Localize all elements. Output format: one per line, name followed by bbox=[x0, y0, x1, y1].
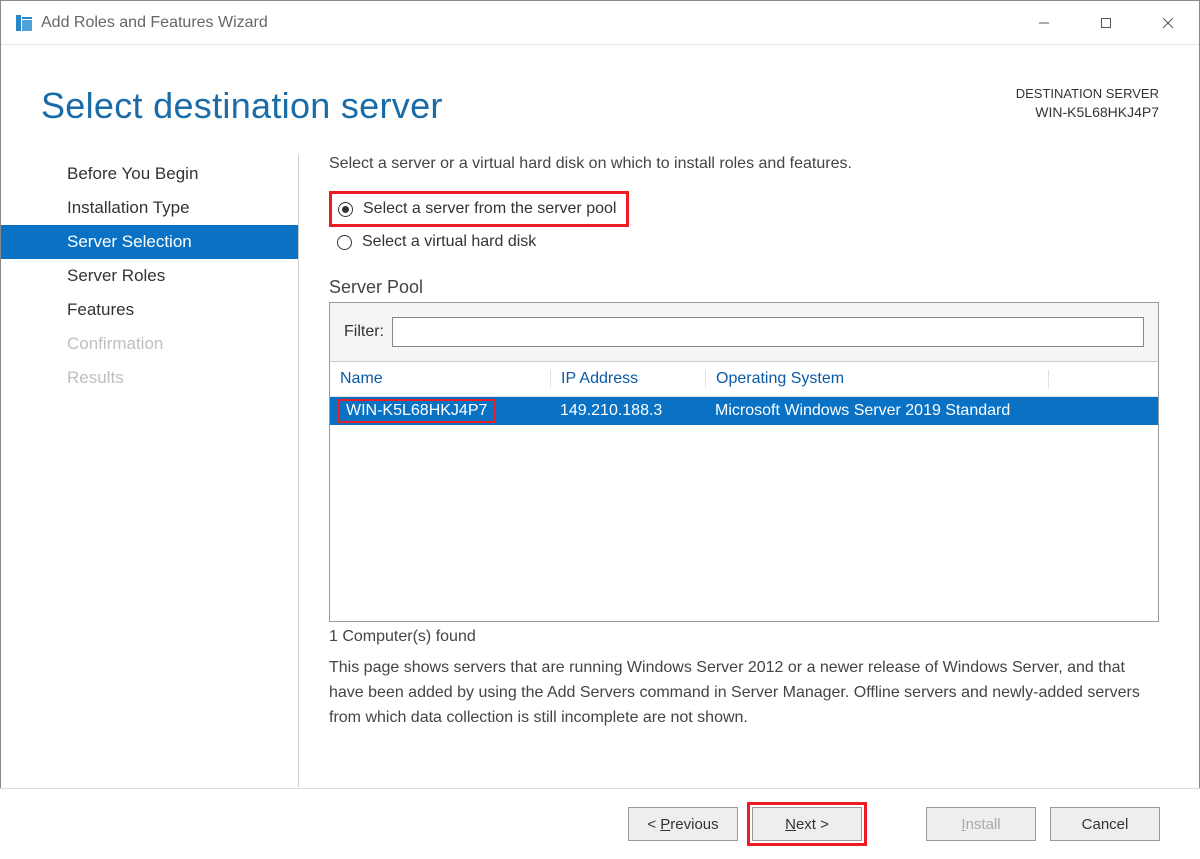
previous-button[interactable]: < Previous bbox=[628, 807, 738, 841]
filter-label: Filter: bbox=[344, 323, 384, 341]
radio-label: Select a virtual hard disk bbox=[362, 233, 536, 251]
next-button[interactable]: Next > bbox=[752, 807, 862, 841]
nav-results: Results bbox=[1, 361, 298, 395]
header: Select destination server DESTINATION SE… bbox=[1, 45, 1199, 127]
footer: < Previous Next > Install Cancel bbox=[0, 788, 1200, 859]
destination-label: DESTINATION SERVER bbox=[1016, 85, 1159, 103]
table-body: WIN-K5L68HKJ4P7 149.210.188.3 Microsoft … bbox=[330, 397, 1158, 621]
name-highlight: WIN-K5L68HKJ4P7 bbox=[338, 399, 495, 423]
col-ip[interactable]: IP Address bbox=[550, 370, 705, 388]
window-title: Add Roles and Features Wizard bbox=[41, 14, 1013, 32]
cancel-button[interactable]: Cancel bbox=[1050, 807, 1160, 841]
radio-server-pool[interactable]: Select a server from the server pool bbox=[338, 196, 616, 222]
maximize-button[interactable] bbox=[1075, 1, 1137, 45]
col-extra bbox=[1048, 370, 1158, 388]
titlebar: Add Roles and Features Wizard bbox=[1, 1, 1199, 45]
col-os[interactable]: Operating System bbox=[705, 370, 1048, 388]
close-button[interactable] bbox=[1137, 1, 1199, 45]
description-text: This page shows servers that are running… bbox=[329, 656, 1159, 730]
cell-name: WIN-K5L68HKJ4P7 bbox=[330, 399, 550, 423]
table-row[interactable]: WIN-K5L68HKJ4P7 149.210.188.3 Microsoft … bbox=[330, 397, 1158, 425]
table-header: Name IP Address Operating System bbox=[330, 362, 1158, 397]
radio-highlight-box: Select a server from the server pool bbox=[329, 191, 629, 227]
nav-confirmation: Confirmation bbox=[1, 327, 298, 361]
server-pool-box: Filter: Name IP Address Operating System… bbox=[329, 302, 1159, 622]
instruction-text: Select a server or a virtual hard disk o… bbox=[329, 155, 1159, 173]
nav-server-selection[interactable]: Server Selection bbox=[1, 225, 298, 259]
filter-input[interactable] bbox=[392, 317, 1144, 347]
cell-os: Microsoft Windows Server 2019 Standard bbox=[705, 402, 1158, 420]
computer-count: 1 Computer(s) found bbox=[329, 628, 1159, 646]
btn-label: nstall bbox=[966, 816, 1001, 833]
window-controls bbox=[1013, 1, 1199, 45]
destination-value: WIN-K5L68HKJ4P7 bbox=[1016, 103, 1159, 123]
nav-features[interactable]: Features bbox=[1, 293, 298, 327]
radio-icon bbox=[338, 202, 353, 217]
cell-ip: 149.210.188.3 bbox=[550, 402, 705, 420]
col-name[interactable]: Name bbox=[330, 370, 550, 388]
destination-server-box: DESTINATION SERVER WIN-K5L68HKJ4P7 bbox=[1016, 85, 1159, 123]
main-content: Select a server or a virtual hard disk o… bbox=[299, 155, 1159, 787]
btn-label: ext > bbox=[796, 816, 829, 833]
radio-virtual-disk[interactable]: Select a virtual hard disk bbox=[329, 229, 1159, 255]
radio-icon bbox=[337, 235, 352, 250]
nav-server-roles[interactable]: Server Roles bbox=[1, 259, 298, 293]
nav-installation-type[interactable]: Installation Type bbox=[1, 191, 298, 225]
filter-bar: Filter: bbox=[330, 303, 1158, 362]
install-button: Install bbox=[926, 807, 1036, 841]
wizard-sidebar: Before You Begin Installation Type Serve… bbox=[1, 155, 299, 787]
nav-before-you-begin[interactable]: Before You Begin bbox=[1, 157, 298, 191]
minimize-button[interactable] bbox=[1013, 1, 1075, 45]
page-title: Select destination server bbox=[41, 85, 443, 127]
server-pool-label: Server Pool bbox=[329, 277, 1159, 298]
btn-label: revious bbox=[670, 816, 718, 833]
radio-label: Select a server from the server pool bbox=[363, 200, 616, 218]
app-icon bbox=[15, 14, 33, 32]
